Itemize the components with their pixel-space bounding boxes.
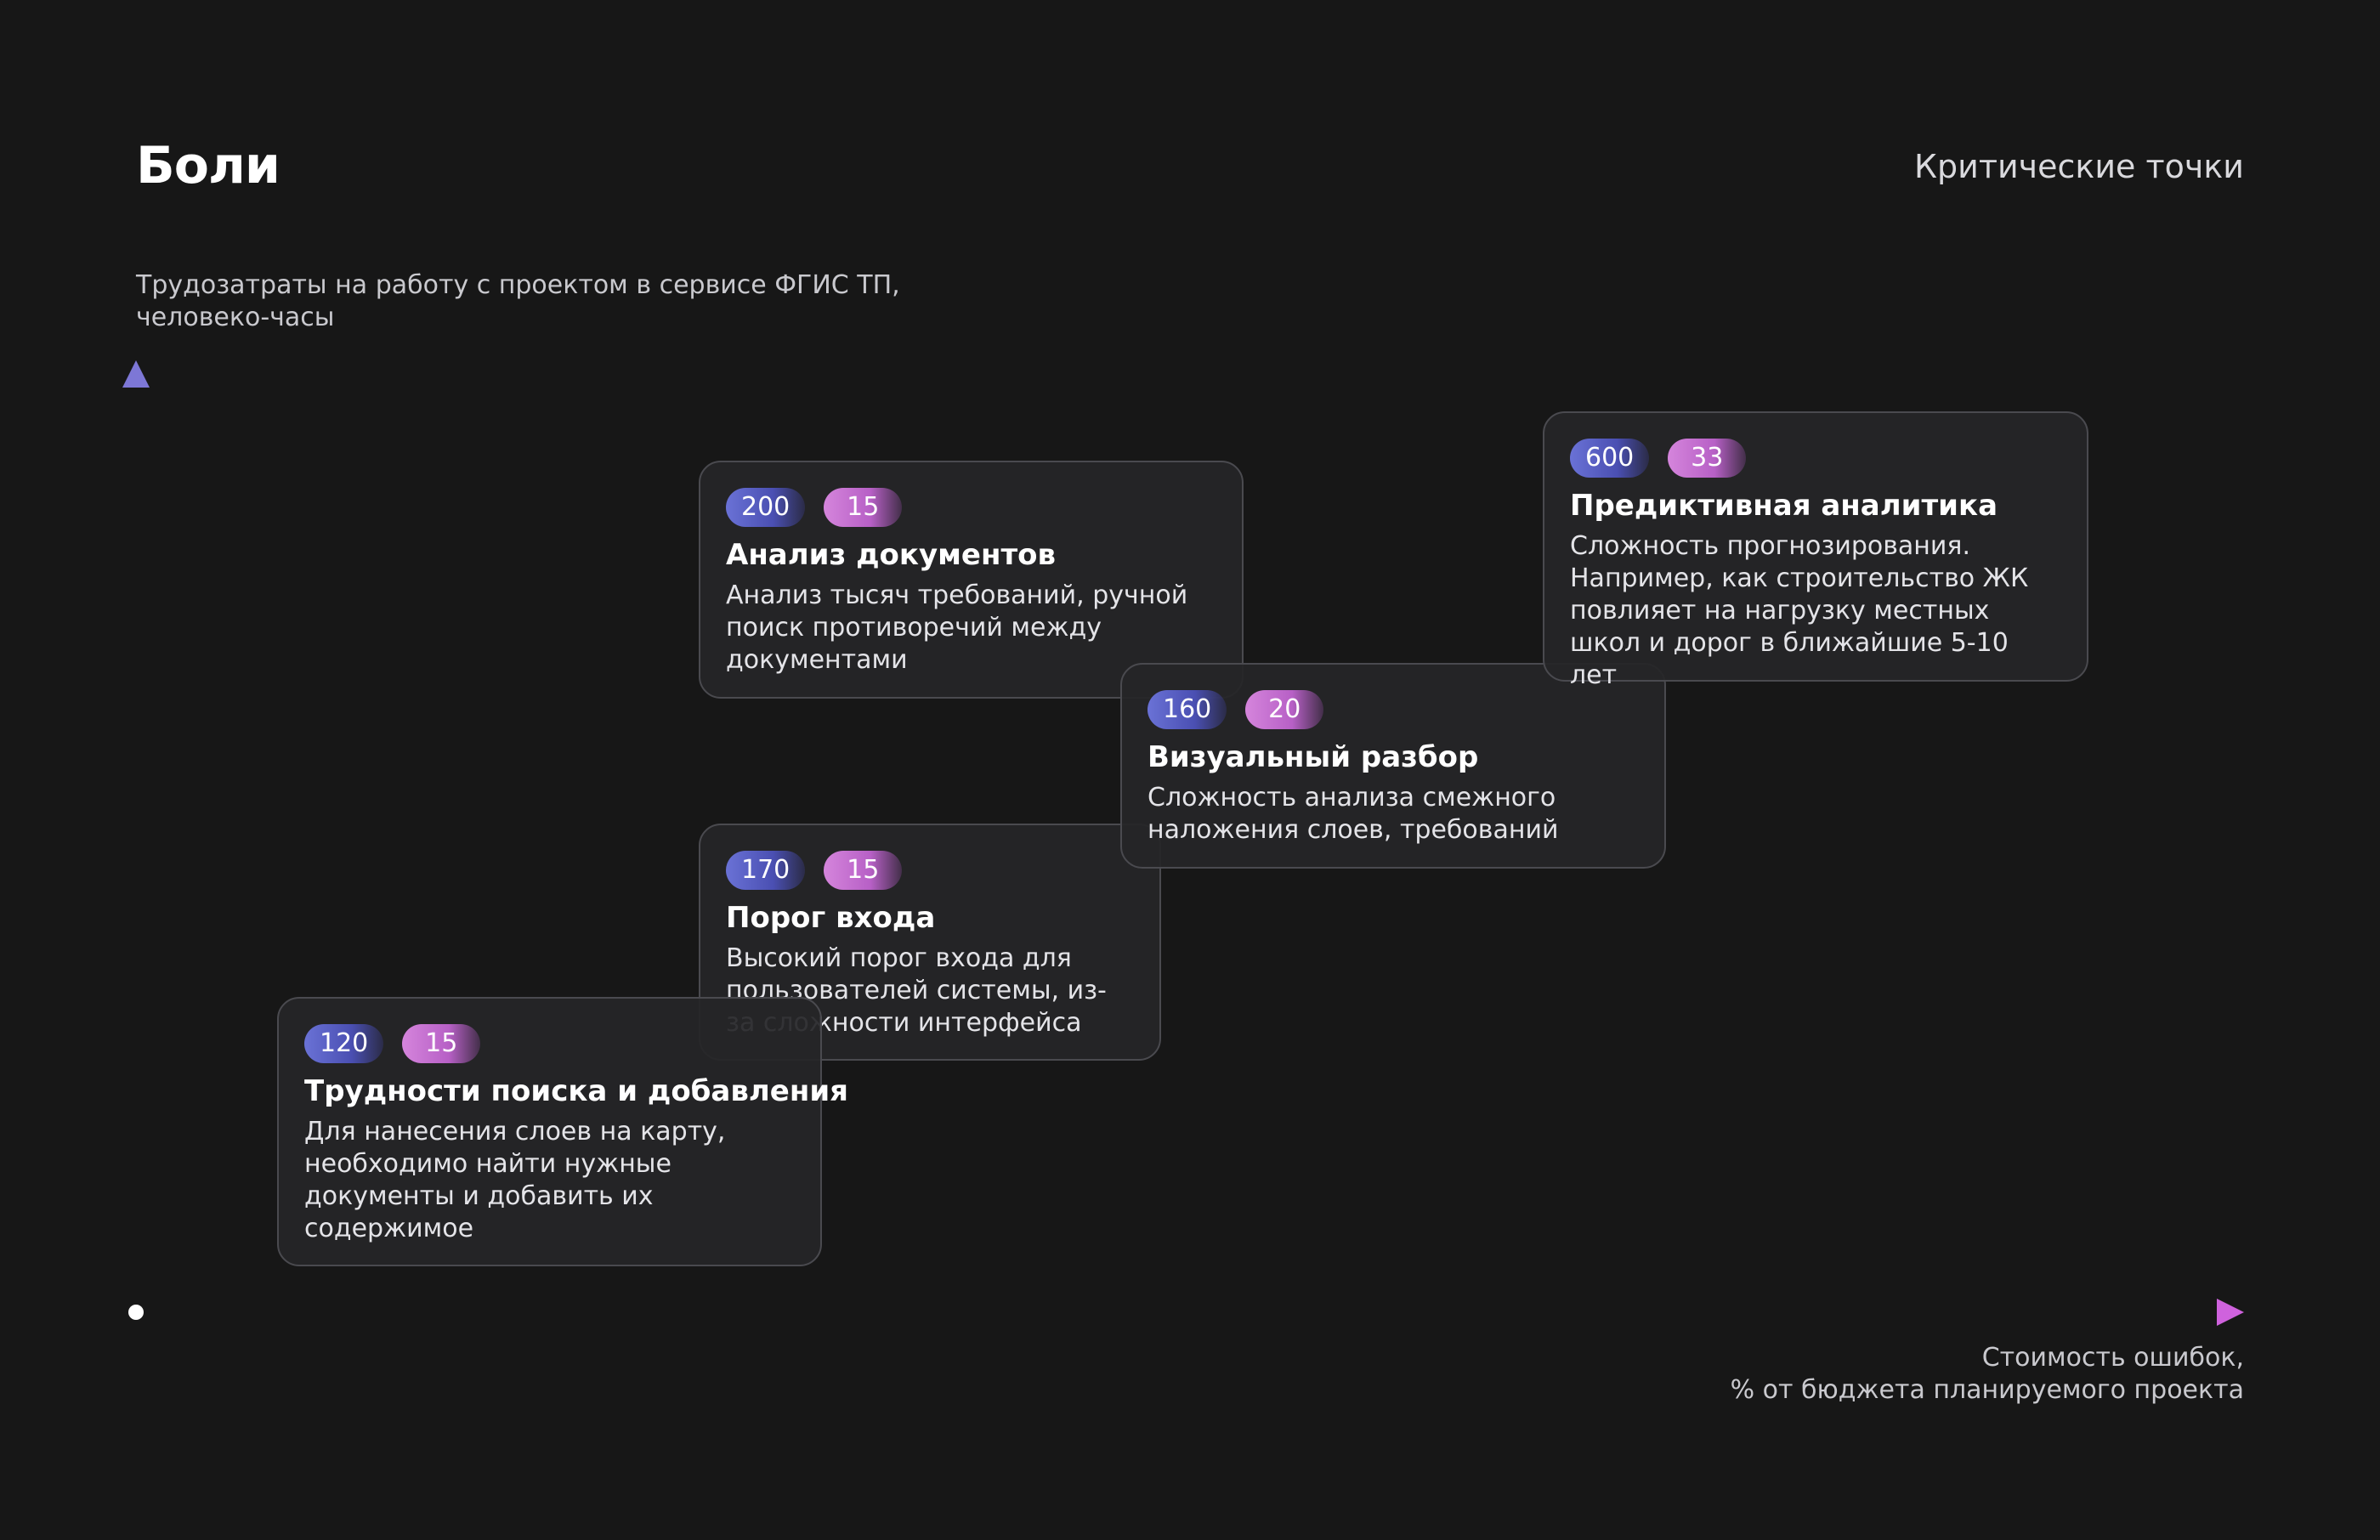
card-badges: 600 33 — [1570, 439, 2061, 478]
card-title: Предиктивная аналитика — [1570, 489, 1998, 523]
hours-badge: 160 — [1148, 690, 1227, 729]
card-text: Сложность прогнозирования. Например, как… — [1570, 531, 2029, 690]
hours-badge: 120 — [304, 1024, 384, 1063]
pain-card-predictive-analytics: 600 33 Предиктивная аналитика Сложность … — [1543, 411, 2088, 690]
card-title: Анализ документов — [726, 538, 1057, 572]
card-title: Порог входа — [726, 901, 936, 935]
axis-origin-dot — [128, 1305, 144, 1320]
cost-badge: 15 — [824, 851, 903, 890]
card-title: Трудности поиска и добавления — [304, 1074, 848, 1108]
hours-badge: 200 — [726, 488, 806, 527]
card-badges: 170 15 — [726, 851, 1134, 890]
cost-badge: 15 — [824, 488, 903, 527]
x-axis-label: Стоимость ошибок, % от бюджета планируем… — [1730, 1343, 2244, 1405]
card-title: Визуальный разбор — [1148, 740, 1479, 774]
x-axis-arrow-icon — [2217, 1299, 2244, 1326]
card-text: Анализ тысяч требований, ручной поиск пр… — [726, 580, 1188, 675]
hours-badge: 170 — [726, 851, 806, 890]
cost-badge: 20 — [1245, 690, 1324, 729]
y-axis-arrow-icon — [122, 360, 150, 388]
card-text: Для нанесения слоев на карту, необходимо… — [304, 1117, 726, 1243]
card-badges: 200 15 — [726, 488, 1216, 527]
card-badges: 120 15 — [304, 1024, 795, 1063]
cost-badge: 33 — [1668, 439, 1747, 478]
card-text: Сложность анализа смежного наложения сло… — [1148, 783, 1559, 845]
pain-card-search-difficulty: 120 15 Трудности поиска и добавления Для… — [277, 997, 848, 1266]
pain-card-visual-review: 160 20 Визуальный разбор Сложность анали… — [1120, 663, 1666, 869]
hours-badge: 600 — [1570, 439, 1650, 478]
card-badges: 160 20 — [1148, 690, 1639, 729]
cost-badge: 15 — [402, 1024, 481, 1063]
